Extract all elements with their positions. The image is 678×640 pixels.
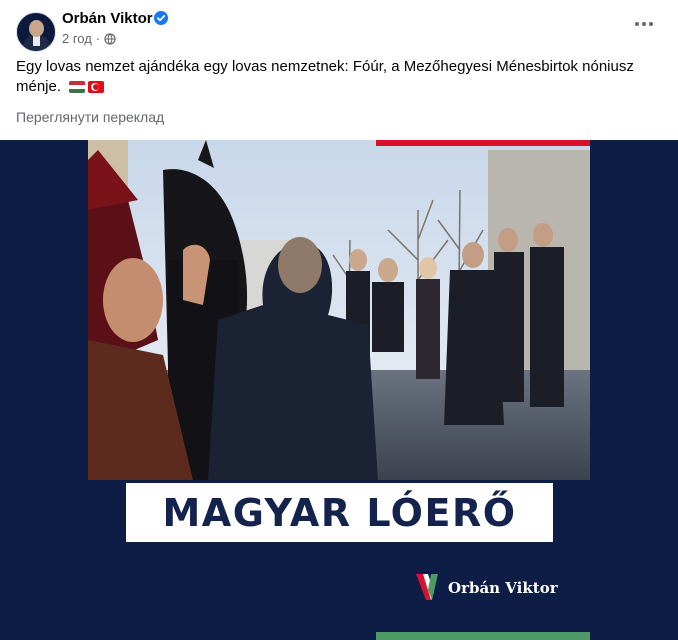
post-timestamp[interactable]: 2 год [62, 31, 92, 46]
red-accent-bar [376, 140, 590, 146]
meta-separator: · [95, 31, 101, 46]
turkey-flag-icon [88, 81, 105, 93]
green-accent-bar [376, 632, 590, 640]
author-avatar[interactable] [16, 12, 56, 52]
headline-text: MAGYAR LÓERŐ [162, 490, 517, 535]
globe-icon[interactable] [104, 32, 116, 45]
brand-signature: Orbán Viktor [414, 572, 558, 604]
more-options-icon[interactable] [630, 14, 658, 34]
photo-scene [88, 140, 590, 480]
headline-box: MAGYAR LÓERŐ [126, 483, 553, 542]
post-text: Egy lovas nemzet ajándéka egy lovas nemz… [16, 58, 634, 95]
see-translation-link[interactable]: Переглянути переклад [16, 109, 164, 125]
author-name[interactable]: Orbán Viktor [62, 10, 153, 27]
post-message: Egy lovas nemzet ajándéka egy lovas nemz… [16, 57, 656, 97]
post-meta: 2 год · [62, 31, 116, 46]
post-image[interactable]: MAGYAR LÓERŐ Orbán Viktor [0, 140, 678, 640]
flag-emojis [69, 81, 105, 93]
brand-logo-icon [416, 574, 438, 600]
post-header: Orbán Viktor 2 год · [0, 0, 678, 56]
hungary-flag-icon [69, 81, 86, 93]
brand-name: Orbán Viktor [448, 579, 558, 597]
verified-badge-icon [154, 11, 168, 25]
